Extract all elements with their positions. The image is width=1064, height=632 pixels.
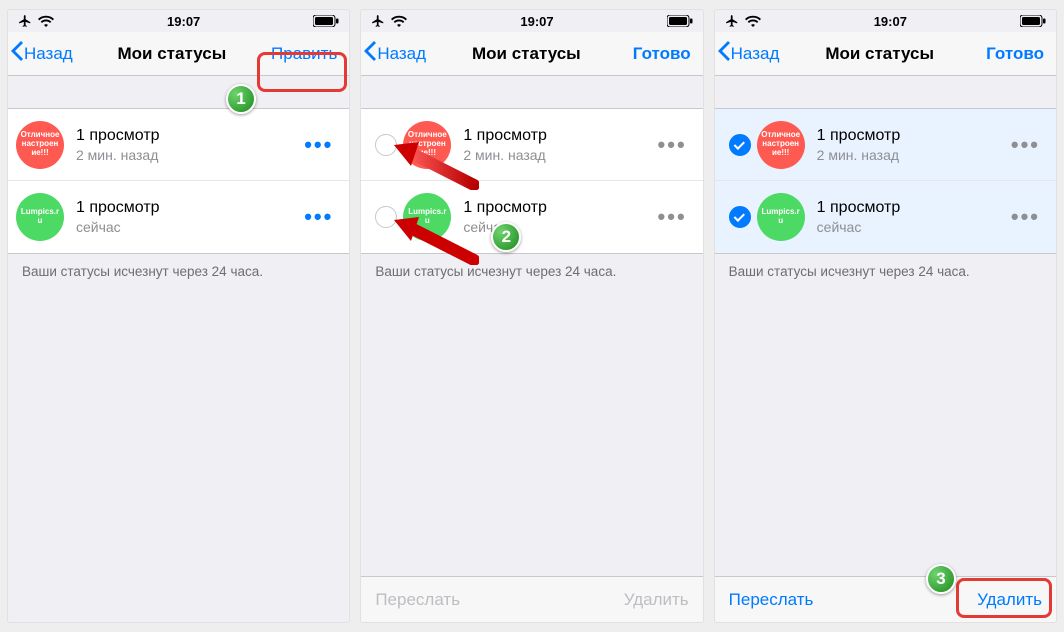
screen-2: 19:07 Назад Мои статусы Готово Отличное … <box>361 10 702 622</box>
forward-button[interactable]: Переслать <box>729 590 814 610</box>
row-subtitle: сейчас <box>76 219 300 235</box>
status-row[interactable]: Отличное настроение!!! 1 просмотр 2 мин.… <box>361 109 702 181</box>
airplane-icon <box>371 14 385 28</box>
row-subtitle: сейчас <box>817 219 1007 235</box>
back-button[interactable]: Назад <box>717 41 780 66</box>
select-radio[interactable] <box>375 206 397 228</box>
avatar: Отличное настроение!!! <box>403 121 451 169</box>
status-row[interactable]: Lumpics.ru 1 просмотр сейчас ••• <box>361 181 702 253</box>
nav-bar: Назад Мои статусы Готово <box>715 32 1056 76</box>
avatar: Lumpics.ru <box>757 193 805 241</box>
back-button[interactable]: Назад <box>10 41 73 66</box>
footer-note: Ваши статусы исчезнут через 24 часа. <box>8 254 349 289</box>
row-title: 1 просмотр <box>817 199 1007 217</box>
back-label: Назад <box>24 44 73 64</box>
screen-3: 19:07 Назад Мои статусы Готово Отличное … <box>715 10 1056 622</box>
airplane-icon <box>725 14 739 28</box>
select-radio[interactable] <box>375 134 397 156</box>
avatar: Lumpics.ru <box>403 193 451 241</box>
footer-note: Ваши статусы исчезнут через 24 часа. <box>715 254 1056 289</box>
select-radio[interactable] <box>729 206 751 228</box>
status-bar: 19:07 <box>715 10 1056 32</box>
status-list: Отличное настроение!!! 1 просмотр 2 мин.… <box>361 108 702 254</box>
forward-button[interactable]: Переслать <box>375 590 460 610</box>
row-title: 1 просмотр <box>76 127 300 145</box>
delete-button[interactable]: Удалить <box>977 590 1042 610</box>
battery-icon <box>313 15 339 27</box>
avatar: Отличное настроение!!! <box>757 121 805 169</box>
toolbar: Переслать Удалить <box>361 576 702 622</box>
chevron-left-icon <box>10 41 24 66</box>
battery-icon <box>667 15 693 27</box>
status-row[interactable]: Отличное настроение!!! 1 просмотр 2 мин.… <box>8 109 349 181</box>
back-button[interactable]: Назад <box>363 41 426 66</box>
more-icon[interactable]: ••• <box>1007 132 1044 158</box>
status-row[interactable]: Lumpics.ru 1 просмотр сейчас ••• <box>8 181 349 253</box>
more-icon[interactable]: ••• <box>654 204 691 230</box>
done-button[interactable]: Готово <box>627 44 697 64</box>
status-row[interactable]: Lumpics.ru 1 просмотр сейчас ••• <box>715 181 1056 253</box>
back-label: Назад <box>731 44 780 64</box>
page-title: Мои статусы <box>426 44 627 64</box>
done-button[interactable]: Готово <box>980 44 1050 64</box>
clock: 19:07 <box>874 14 907 29</box>
wifi-icon <box>391 15 407 27</box>
more-icon[interactable]: ••• <box>300 132 337 158</box>
row-title: 1 просмотр <box>817 127 1007 145</box>
nav-bar: Назад Мои статусы Готово <box>361 32 702 76</box>
status-list: Отличное настроение!!! 1 просмотр 2 мин.… <box>715 108 1056 254</box>
status-list: Отличное настроение!!! 1 просмотр 2 мин.… <box>8 108 349 254</box>
screen-1: 19:07 Назад Мои статусы Править Отличное… <box>8 10 349 622</box>
avatar: Lumpics.ru <box>16 193 64 241</box>
row-subtitle: 2 мин. назад <box>463 147 653 163</box>
wifi-icon <box>745 15 761 27</box>
avatar: Отличное настроение!!! <box>16 121 64 169</box>
delete-button[interactable]: Удалить <box>624 590 689 610</box>
clock: 19:07 <box>520 14 553 29</box>
row-subtitle: сейчас <box>463 219 653 235</box>
select-radio[interactable] <box>729 134 751 156</box>
row-title: 1 просмотр <box>463 127 653 145</box>
back-label: Назад <box>377 44 426 64</box>
more-icon[interactable]: ••• <box>300 204 337 230</box>
battery-icon <box>1020 15 1046 27</box>
row-title: 1 просмотр <box>76 199 300 217</box>
toolbar: Переслать Удалить <box>715 576 1056 622</box>
clock: 19:07 <box>167 14 200 29</box>
edit-button[interactable]: Править <box>271 44 343 64</box>
more-icon[interactable]: ••• <box>654 132 691 158</box>
page-title: Мои статусы <box>73 44 271 64</box>
footer-note: Ваши статусы исчезнут через 24 часа. <box>361 254 702 289</box>
status-bar: 19:07 <box>8 10 349 32</box>
nav-bar: Назад Мои статусы Править <box>8 32 349 76</box>
row-subtitle: 2 мин. назад <box>76 147 300 163</box>
airplane-icon <box>18 14 32 28</box>
row-title: 1 просмотр <box>463 199 653 217</box>
page-title: Мои статусы <box>779 44 980 64</box>
status-row[interactable]: Отличное настроение!!! 1 просмотр 2 мин.… <box>715 109 1056 181</box>
wifi-icon <box>38 15 54 27</box>
more-icon[interactable]: ••• <box>1007 204 1044 230</box>
chevron-left-icon <box>363 41 377 66</box>
chevron-left-icon <box>717 41 731 66</box>
row-subtitle: 2 мин. назад <box>817 147 1007 163</box>
status-bar: 19:07 <box>361 10 702 32</box>
